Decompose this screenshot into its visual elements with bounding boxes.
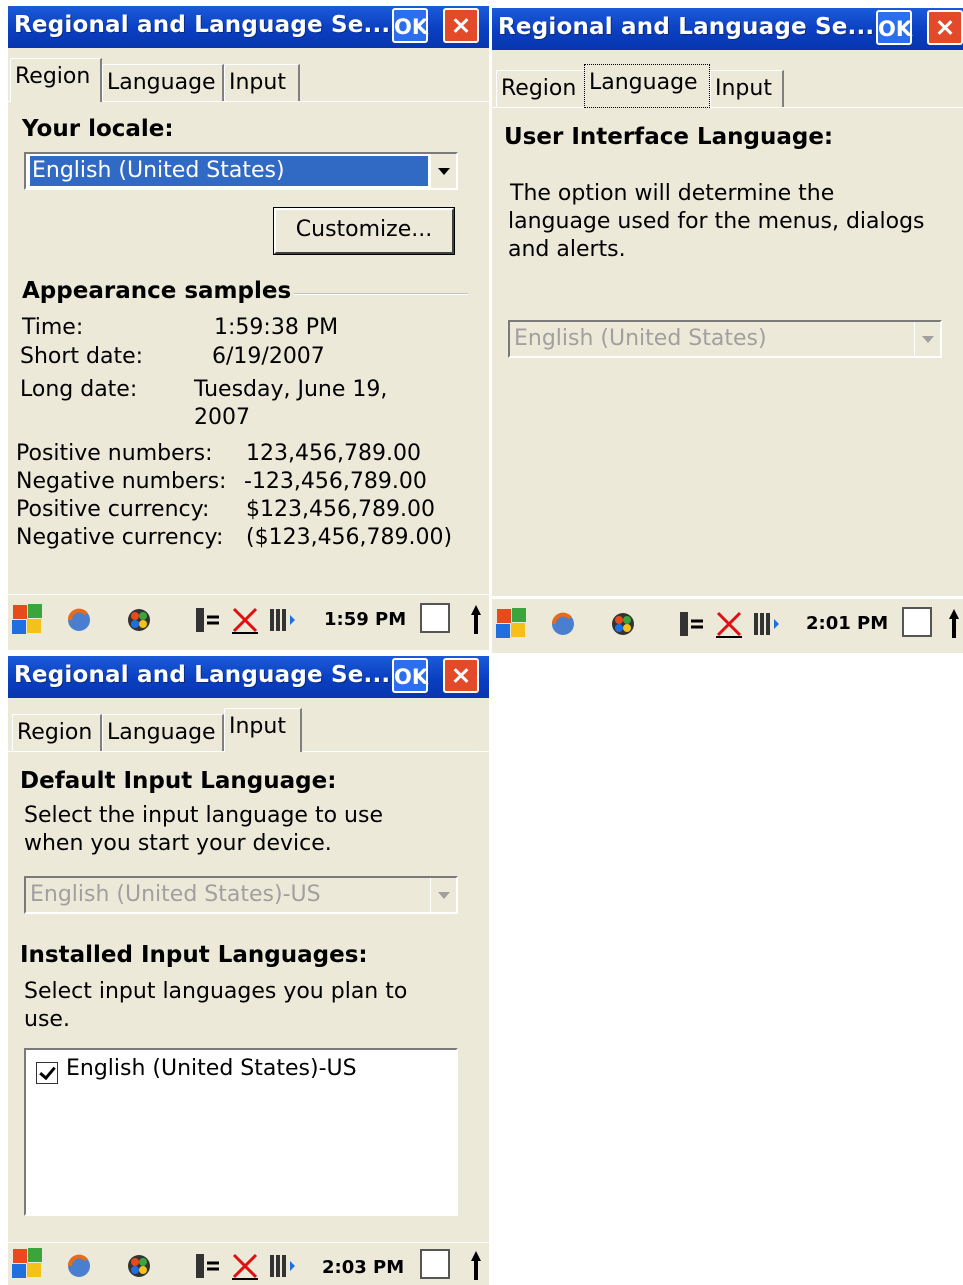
installed-languages-list[interactable]: English (United States)-US bbox=[24, 1048, 458, 1216]
ui-language-desc-3: and alerts. bbox=[508, 237, 626, 262]
long-date-label: Long date: bbox=[20, 377, 138, 402]
default-input-combo[interactable]: English (United States)-US bbox=[24, 876, 458, 914]
signal-icon[interactable] bbox=[266, 1251, 296, 1281]
title-bar: Regional and Language Se... OK bbox=[8, 6, 489, 48]
tab-input[interactable]: Input bbox=[224, 64, 300, 102]
positive-currency-value: $123,456,789.00 bbox=[246, 497, 435, 522]
locale-label: Your locale: bbox=[22, 116, 174, 142]
ui-language-value: English (United States) bbox=[514, 326, 767, 351]
title-bar: Regional and Language Se... OK bbox=[492, 8, 963, 50]
positive-currency-label: Positive currency: bbox=[16, 497, 210, 522]
window-title: Regional and Language Se... bbox=[498, 14, 875, 40]
arrow-up-icon[interactable] bbox=[470, 1249, 482, 1283]
default-input-desc-1: Select the input language to use bbox=[24, 803, 383, 828]
default-input-heading: Default Input Language: bbox=[20, 768, 337, 794]
close-button[interactable] bbox=[443, 658, 479, 693]
sync-icon[interactable] bbox=[548, 609, 578, 639]
tab-region[interactable]: Region bbox=[12, 714, 102, 752]
tab-strip: Region Language Input bbox=[492, 64, 963, 108]
ui-language-combo[interactable]: English (United States) bbox=[508, 320, 942, 358]
media-icon[interactable] bbox=[124, 1251, 154, 1281]
tab-language[interactable]: Language bbox=[102, 714, 224, 752]
arrow-up-icon[interactable] bbox=[948, 607, 960, 641]
tab-input[interactable]: Input bbox=[710, 70, 784, 108]
locale-value: English (United States) bbox=[30, 156, 428, 186]
positive-numbers-label: Positive numbers: bbox=[16, 441, 213, 466]
window-title: Regional and Language Se... bbox=[14, 662, 391, 688]
negative-currency-label: Negative currency: bbox=[16, 525, 224, 550]
input-window: Regional and Language Se... OK Region La… bbox=[8, 656, 489, 1242]
taskbar-clock[interactable]: 2:01 PM bbox=[806, 613, 888, 634]
tab-region[interactable]: Region bbox=[496, 70, 586, 108]
tab-input[interactable]: Input bbox=[224, 708, 302, 752]
tab-strip: Region Language Input bbox=[8, 708, 489, 752]
ui-language-desc-2: language used for the menus, dialogs bbox=[508, 209, 925, 234]
tab-language[interactable]: Language bbox=[102, 64, 224, 102]
time-value: 1:59:38 PM bbox=[214, 315, 339, 340]
default-input-value: English (United States)-US bbox=[30, 882, 321, 907]
installed-input-desc-2: use. bbox=[24, 1007, 70, 1032]
positive-numbers-value: 123,456,789.00 bbox=[246, 441, 421, 466]
network-disconnected-icon[interactable] bbox=[714, 609, 744, 639]
ok-button[interactable]: OK bbox=[392, 658, 428, 693]
taskbar-clock[interactable]: 2:03 PM bbox=[322, 1257, 404, 1278]
start-icon[interactable] bbox=[496, 607, 528, 641]
signal-icon[interactable] bbox=[266, 605, 296, 635]
short-date-value: 6/19/2007 bbox=[212, 344, 325, 369]
ui-language-heading: User Interface Language: bbox=[504, 124, 834, 150]
connectivity-icon[interactable] bbox=[194, 605, 224, 635]
close-button[interactable] bbox=[927, 10, 963, 45]
connectivity-icon[interactable] bbox=[194, 1251, 224, 1281]
title-bar: Regional and Language Se... OK bbox=[8, 656, 489, 698]
start-icon[interactable] bbox=[12, 603, 44, 637]
keyboard-icon[interactable] bbox=[902, 607, 932, 637]
sync-icon[interactable] bbox=[64, 1251, 94, 1281]
locale-combo[interactable]: English (United States) bbox=[24, 152, 458, 190]
network-disconnected-icon[interactable] bbox=[230, 1251, 260, 1281]
long-date-value-year: 2007 bbox=[194, 405, 250, 430]
installed-language-item[interactable]: English (United States)-US bbox=[66, 1056, 357, 1081]
tab-language[interactable]: Language bbox=[584, 64, 710, 108]
network-disconnected-icon[interactable] bbox=[230, 605, 260, 635]
tab-region[interactable]: Region bbox=[10, 58, 102, 102]
short-date-label: Short date: bbox=[20, 344, 144, 369]
appearance-label: Appearance samples bbox=[22, 278, 292, 304]
close-button[interactable] bbox=[443, 8, 479, 43]
taskbar: 1:59 PM bbox=[8, 594, 489, 649]
arrow-up-icon[interactable] bbox=[470, 603, 482, 637]
chevron-down-icon[interactable] bbox=[430, 154, 456, 188]
chevron-down-icon[interactable] bbox=[914, 322, 940, 356]
ui-language-desc-1: The option will determine the bbox=[510, 181, 835, 206]
region-window: Regional and Language Se... OK Region La… bbox=[8, 6, 489, 650]
window-title: Regional and Language Se... bbox=[14, 12, 391, 38]
tab-strip: Region Language Input bbox=[8, 58, 489, 102]
appearance-separator bbox=[294, 293, 468, 295]
media-icon[interactable] bbox=[608, 609, 638, 639]
signal-icon[interactable] bbox=[750, 609, 780, 639]
negative-numbers-label: Negative numbers: bbox=[16, 469, 227, 494]
start-icon[interactable] bbox=[12, 1247, 44, 1281]
negative-currency-value: ($123,456,789.00) bbox=[246, 525, 453, 550]
taskbar: 2:03 PM bbox=[8, 1242, 489, 1285]
ok-button[interactable]: OK bbox=[876, 10, 912, 45]
installed-input-heading: Installed Input Languages: bbox=[20, 942, 368, 968]
media-icon[interactable] bbox=[124, 605, 154, 635]
keyboard-icon[interactable] bbox=[420, 1249, 450, 1279]
chevron-down-icon[interactable] bbox=[430, 878, 456, 912]
time-label: Time: bbox=[22, 315, 84, 340]
taskbar-clock[interactable]: 1:59 PM bbox=[324, 609, 406, 630]
long-date-value: Tuesday, June 19, bbox=[194, 377, 388, 402]
negative-numbers-value: -123,456,789.00 bbox=[244, 469, 427, 494]
taskbar: 2:01 PM bbox=[492, 598, 963, 653]
keyboard-icon[interactable] bbox=[420, 603, 450, 633]
checkbox-english-us[interactable] bbox=[36, 1062, 58, 1084]
ok-button[interactable]: OK bbox=[392, 8, 428, 43]
installed-input-desc-1: Select input languages you plan to bbox=[24, 979, 408, 1004]
sync-icon[interactable] bbox=[64, 605, 94, 635]
default-input-desc-2: when you start your device. bbox=[24, 831, 332, 856]
language-window: Regional and Language Se... OK Region La… bbox=[492, 8, 963, 596]
customize-button[interactable]: Customize... bbox=[274, 208, 454, 254]
connectivity-icon[interactable] bbox=[678, 609, 708, 639]
tab-underline bbox=[492, 107, 963, 108]
